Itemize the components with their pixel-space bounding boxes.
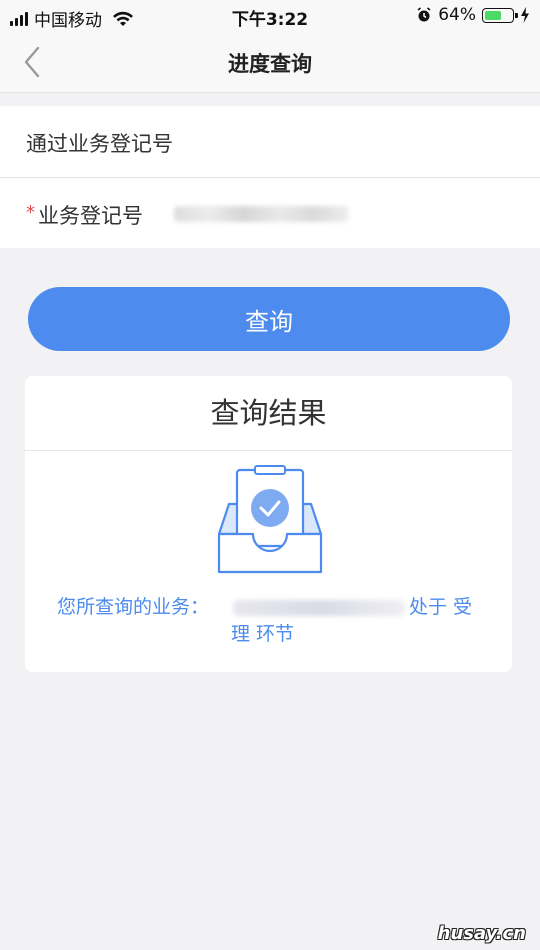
result-title: 查询结果: [25, 376, 512, 451]
watermark: husay.cn: [437, 923, 526, 944]
required-mark: *: [26, 202, 35, 223]
registration-number-label: 业务登记号: [38, 204, 143, 228]
result-message: 您所查询的业务： 处于 受 理 环节: [57, 594, 497, 645]
result-message-suffix: 处于 受: [409, 596, 473, 618]
status-bar: 中国移动 下午3:22 64%: [0, 0, 540, 32]
result-card: 查询结果 您所查询的业务： 处于 受 理 环节: [25, 376, 512, 672]
query-form: 通过业务登记号 * 业务登记号: [0, 106, 540, 248]
battery-icon: [482, 7, 518, 23]
result-message-line2: 理 环节: [231, 623, 295, 645]
section-label-row: 通过业务登记号: [0, 106, 540, 177]
registration-number-row: * 业务登记号: [0, 177, 540, 248]
registration-number-input[interactable]: [172, 196, 476, 234]
query-button[interactable]: 查询: [28, 287, 510, 351]
redacted-business-number: [233, 600, 405, 616]
charging-bolt-icon: [521, 7, 529, 23]
battery-fill: [485, 10, 501, 20]
inbox-check-icon: [217, 465, 323, 574]
battery-percent: 64%: [438, 5, 476, 25]
status-right: 64%: [416, 5, 530, 25]
section-label: 通过业务登记号: [26, 132, 173, 156]
navigation-bar: 进度查询: [0, 32, 540, 93]
page-title: 进度查询: [228, 52, 312, 76]
result-message-prefix: 您所查询的业务：: [57, 596, 210, 618]
alarm-clock-icon: [417, 7, 431, 22]
